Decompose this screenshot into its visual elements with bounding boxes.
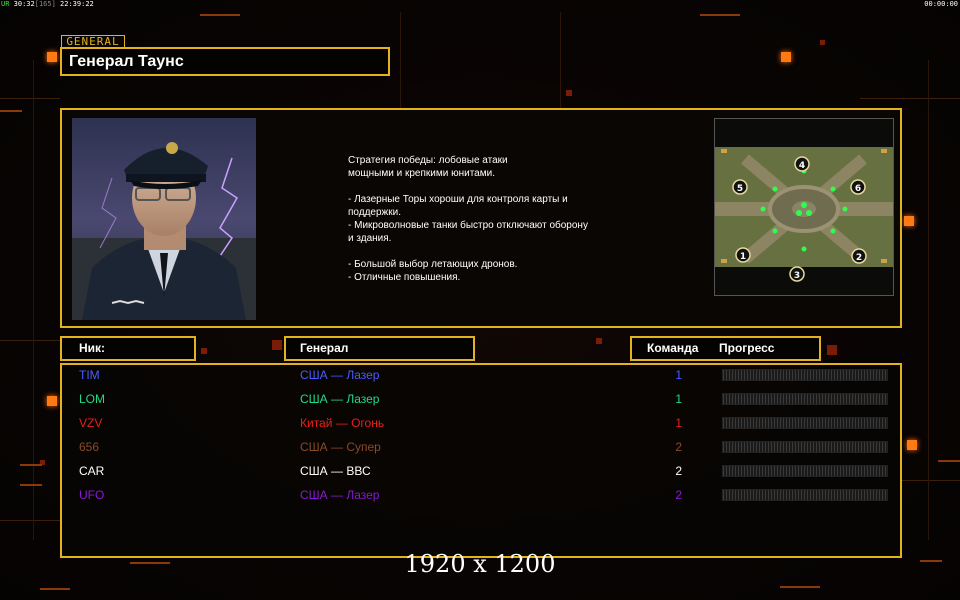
- header-team: Команда: [647, 341, 699, 355]
- svg-text:2: 2: [856, 253, 862, 263]
- start-position-2: 2: [851, 248, 867, 264]
- player-general: США — Супер: [300, 440, 381, 454]
- start-position-3: 3: [789, 266, 805, 282]
- player-general: США — Лазер: [300, 488, 380, 502]
- header-nick: Ник:: [60, 336, 196, 361]
- svg-text:4: 4: [799, 161, 805, 171]
- player-general: Китай — Огонь: [300, 416, 385, 430]
- player-progress-bar: [722, 369, 888, 381]
- player-general: США — Лазер: [300, 392, 380, 406]
- header-team-progress: Команда Прогресс: [630, 336, 821, 361]
- header-general: Генерал: [284, 336, 475, 361]
- start-position-4: 4: [794, 156, 810, 172]
- start-position-5: 5: [732, 179, 748, 195]
- player-team: 2: [675, 464, 682, 478]
- status-timer: 00:00:00: [924, 0, 958, 8]
- player-row: LOM США — Лазер 1: [62, 389, 904, 413]
- player-row: 656 США — Супер 2: [62, 437, 904, 461]
- svg-text:3: 3: [794, 271, 800, 281]
- map-preview[interactable]: 4 5 6 1 2 3: [714, 118, 894, 296]
- general-name: Генерал Таунс: [60, 47, 390, 76]
- player-general: США — Лазер: [300, 368, 380, 382]
- player-team: 1: [675, 368, 682, 382]
- player-nick: UFO: [79, 488, 105, 502]
- general-description: Стратегия победы: лобовые атаки мощными …: [348, 155, 588, 283]
- players-panel: TIM США — Лазер 1 LOM США — Лазер 1 VZV Китай —…: [60, 363, 902, 558]
- player-row: CAR США — ВВС 2: [62, 461, 904, 485]
- player-team: 2: [675, 440, 682, 454]
- resolution-label: 1920 x 1200: [404, 550, 556, 578]
- start-position-1: 1: [735, 247, 751, 263]
- player-progress-bar: [722, 417, 888, 429]
- status-mode: UR: [1, 0, 10, 8]
- status-bar: UR 30:32[165] 22:39:22 00:00:00: [0, 0, 960, 8]
- player-nick: LOM: [79, 392, 106, 406]
- start-position-6: 6: [850, 179, 866, 195]
- player-team: 1: [675, 392, 682, 406]
- player-nick: VZV: [79, 416, 103, 430]
- player-progress-bar: [722, 465, 888, 477]
- status-fps: [165]: [34, 0, 56, 8]
- player-nick: CAR: [79, 464, 105, 478]
- header-progress: Прогресс: [719, 341, 775, 355]
- svg-text:6: 6: [855, 184, 861, 194]
- general-portrait: [72, 118, 256, 320]
- svg-text:5: 5: [737, 184, 743, 194]
- player-row: TIM США — Лазер 1: [62, 365, 904, 389]
- player-row: VZV Китай — Огонь 1: [62, 413, 904, 437]
- status-clock: 22:39:22: [60, 0, 94, 8]
- status-left: UR 30:32[165] 22:39:22: [1, 0, 94, 8]
- player-team: 2: [675, 488, 682, 502]
- player-team: 1: [675, 416, 682, 430]
- player-general: США — ВВС: [300, 464, 371, 478]
- player-progress-bar: [722, 489, 888, 501]
- player-progress-bar: [722, 441, 888, 453]
- player-nick: TIM: [79, 368, 100, 382]
- player-row: UFO США — Лазер 2: [62, 485, 904, 509]
- svg-text:1: 1: [740, 252, 746, 262]
- player-progress-bar: [722, 393, 888, 405]
- player-nick: 656: [79, 440, 100, 454]
- status-time: 30:32: [13, 0, 35, 8]
